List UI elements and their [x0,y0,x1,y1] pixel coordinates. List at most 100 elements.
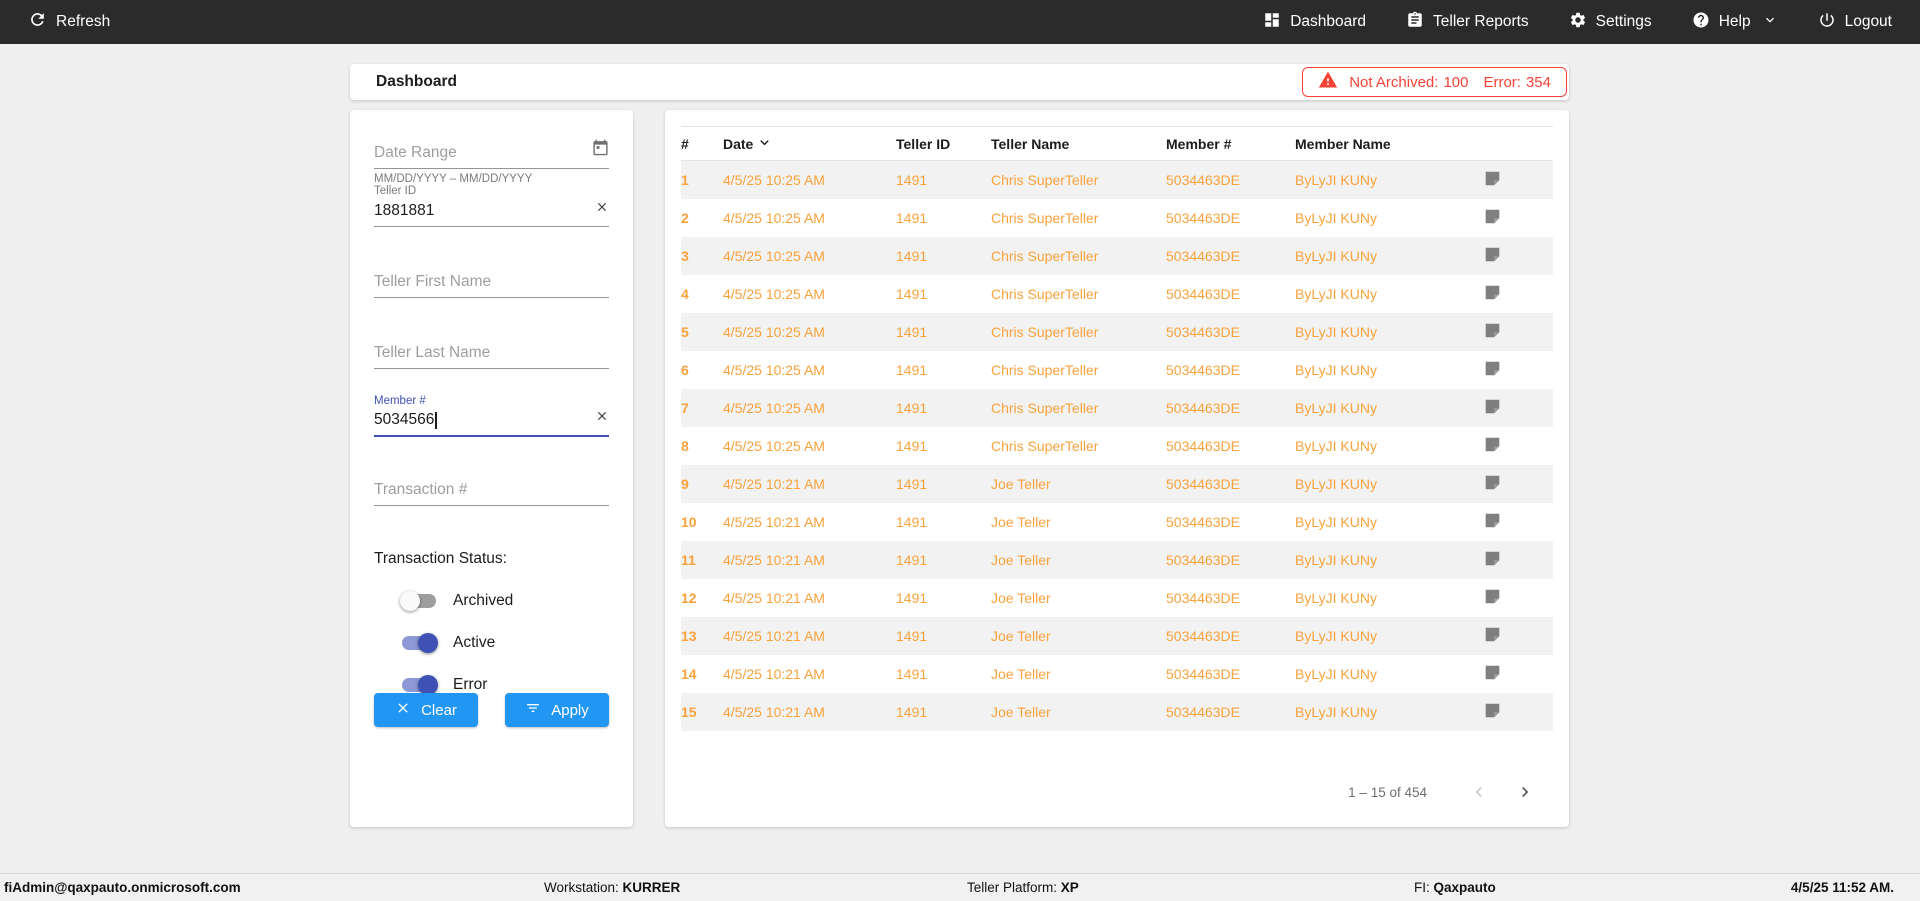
cell-teller-name: Joe Teller [991,693,1166,731]
nav-settings[interactable]: Settings [1569,11,1652,34]
note-icon[interactable] [1484,208,1501,228]
table-row[interactable]: 2 4/5/25 10:25 AM 1491 Chris SuperTeller… [681,199,1553,237]
cell-teller-name: Joe Teller [991,617,1166,655]
not-archived-count: 100 [1443,74,1468,91]
table-row[interactable]: 1 4/5/25 10:25 AM 1491 Chris SuperTeller… [681,161,1553,199]
cell-num: 3 [681,237,723,275]
col-header-teller-id[interactable]: Teller ID [896,127,991,161]
text-cursor [435,412,436,429]
cell-member-number: 5034463DE [1166,161,1295,199]
note-icon[interactable] [1484,474,1501,494]
transaction-number-input[interactable] [374,477,609,505]
table-row[interactable]: 12 4/5/25 10:21 AM 1491 Joe Teller 50344… [681,579,1553,617]
col-header-teller-name[interactable]: Teller Name [991,127,1166,161]
note-icon[interactable] [1484,550,1501,570]
cell-note [1482,465,1553,503]
previous-page-button[interactable] [1469,782,1489,802]
next-page-button[interactable] [1515,782,1535,802]
note-icon[interactable] [1484,322,1501,342]
table-row[interactable]: 11 4/5/25 10:21 AM 1491 Joe Teller 50344… [681,541,1553,579]
toggle-row-active: Active [374,634,609,652]
cell-teller-name: Chris SuperTeller [991,427,1166,465]
teller-id-field [374,198,609,227]
cell-member-number: 5034463DE [1166,655,1295,693]
note-icon[interactable] [1484,588,1501,608]
close-icon [395,700,411,720]
col-header-member-number[interactable]: Member # [1166,127,1295,161]
cell-note [1482,541,1553,579]
cell-num: 8 [681,427,723,465]
current-datetime: 4/5/25 11:52 AM. [1791,880,1894,895]
cell-note [1482,161,1553,199]
apply-button[interactable]: Apply [505,693,609,727]
table-row[interactable]: 15 4/5/25 10:21 AM 1491 Joe Teller 50344… [681,693,1553,731]
cell-member-name: ByLyJI KUNy [1295,199,1482,237]
cell-teller-name: Joe Teller [991,655,1166,693]
member-number-input[interactable]: 5034566 [374,407,609,435]
cell-member-number: 5034463DE [1166,199,1295,237]
table-row[interactable]: 5 4/5/25 10:25 AM 1491 Chris SuperTeller… [681,313,1553,351]
date-range-input[interactable] [374,140,609,168]
note-icon[interactable] [1484,170,1501,190]
note-icon[interactable] [1484,246,1501,266]
chevron-down-icon [1762,12,1778,33]
calendar-icon[interactable] [592,139,609,161]
note-icon[interactable] [1484,284,1501,304]
pagination: 1 – 15 of 454 [1348,782,1535,802]
cell-note [1482,693,1553,731]
cell-member-name: ByLyJI KUNy [1295,351,1482,389]
active-toggle[interactable] [402,636,436,650]
note-icon[interactable] [1484,702,1501,722]
cell-member-number: 5034463DE [1166,541,1295,579]
cell-member-number: 5034463DE [1166,313,1295,351]
col-header-num[interactable]: # [681,127,723,161]
table-row[interactable]: 8 4/5/25 10:25 AM 1491 Chris SuperTeller… [681,427,1553,465]
cell-date: 4/5/25 10:25 AM [723,161,896,199]
refresh-label: Refresh [56,13,110,31]
note-icon[interactable] [1484,664,1501,684]
teller-first-name-field [374,269,609,298]
nav-help[interactable]: Help [1692,11,1778,34]
table-row[interactable]: 6 4/5/25 10:25 AM 1491 Chris SuperTeller… [681,351,1553,389]
error-toggle[interactable] [402,678,436,692]
nav-teller-reports[interactable]: Teller Reports [1406,11,1529,34]
cell-member-number: 5034463DE [1166,351,1295,389]
nav-logout[interactable]: Logout [1818,11,1892,34]
archived-toggle[interactable] [402,594,436,608]
cell-teller-id: 1491 [896,541,991,579]
note-icon[interactable] [1484,626,1501,646]
table-row[interactable]: 13 4/5/25 10:21 AM 1491 Joe Teller 50344… [681,617,1553,655]
table-row[interactable]: 4 4/5/25 10:25 AM 1491 Chris SuperTeller… [681,275,1553,313]
table-row[interactable]: 7 4/5/25 10:25 AM 1491 Chris SuperTeller… [681,389,1553,427]
cell-teller-id: 1491 [896,617,991,655]
clear-member-number-icon[interactable] [595,409,609,428]
note-icon[interactable] [1484,398,1501,418]
table-body: 1 4/5/25 10:25 AM 1491 Chris SuperTeller… [681,161,1553,731]
teller-last-name-input[interactable] [374,340,609,368]
cell-num: 13 [681,617,723,655]
cell-teller-name: Joe Teller [991,579,1166,617]
nav-dashboard[interactable]: Dashboard [1263,11,1366,34]
clear-teller-id-icon[interactable] [595,200,609,219]
clear-button[interactable]: Clear [374,693,478,727]
table-row[interactable]: 10 4/5/25 10:21 AM 1491 Joe Teller 50344… [681,503,1553,541]
date-range-hint: MM/DD/YYYY – MM/DD/YYYY [374,173,609,185]
note-icon[interactable] [1484,436,1501,456]
cell-note [1482,427,1553,465]
col-header-date[interactable]: Date [723,127,896,161]
col-header-member-name[interactable]: Member Name [1295,127,1482,161]
archived-toggle-label: Archived [453,592,513,610]
teller-id-input[interactable] [374,198,609,226]
table-row[interactable]: 3 4/5/25 10:25 AM 1491 Chris SuperTeller… [681,237,1553,275]
table-row[interactable]: 9 4/5/25 10:21 AM 1491 Joe Teller 503446… [681,465,1553,503]
note-icon[interactable] [1484,512,1501,532]
teller-first-name-input[interactable] [374,269,609,297]
status-alert-badge[interactable]: Not Archived: 100 Error: 354 [1302,67,1567,97]
refresh-button[interactable]: Refresh [28,10,110,34]
cell-date: 4/5/25 10:25 AM [723,427,896,465]
nav-logout-label: Logout [1845,13,1892,31]
top-nav-links: Dashboard Teller Reports Settings Help L… [1263,11,1892,34]
table-row[interactable]: 14 4/5/25 10:21 AM 1491 Joe Teller 50344… [681,655,1553,693]
note-icon[interactable] [1484,360,1501,380]
status-bar: fiAdmin@qaxpauto.onmicrosoft.com Worksta… [0,873,1920,901]
